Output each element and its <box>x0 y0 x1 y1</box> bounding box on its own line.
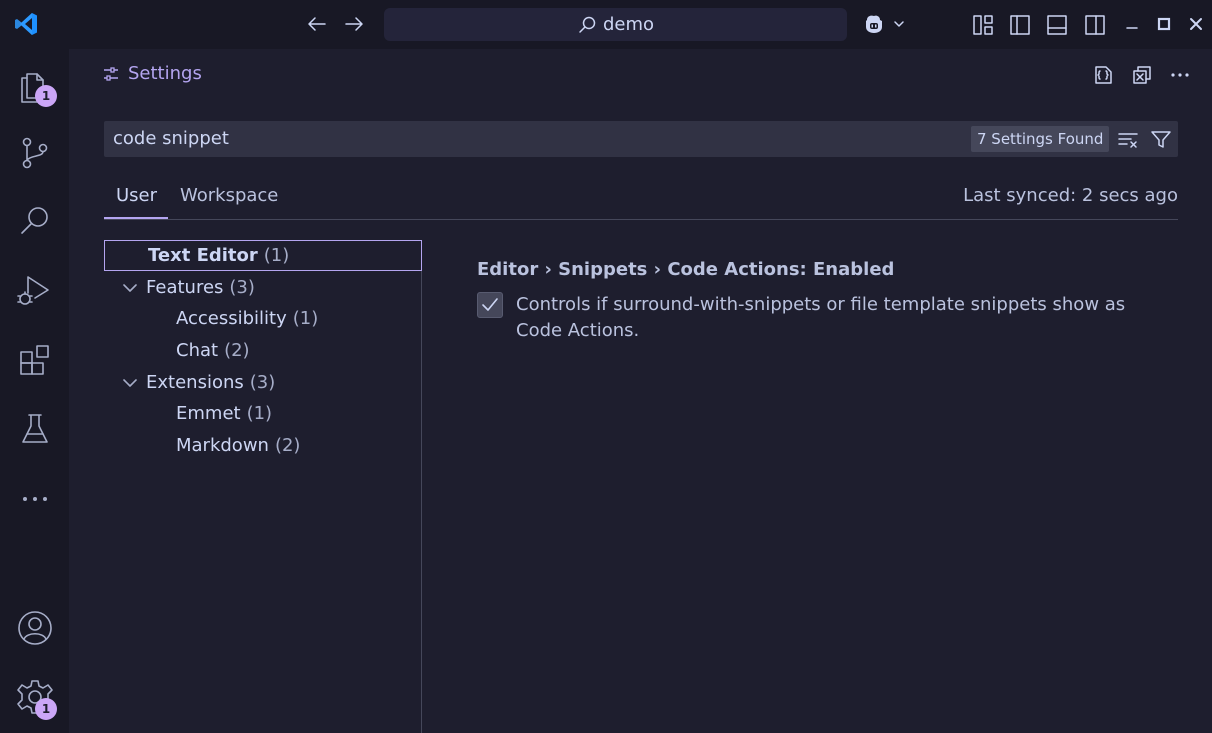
toc-item-markdown[interactable]: Markdown (2) <box>176 430 300 461</box>
active-tab-indicator <box>104 217 168 219</box>
back-arrow-icon[interactable] <box>305 12 329 36</box>
toc-item-count: (1) <box>292 308 319 329</box>
clear-filter-icon[interactable] <box>1116 127 1140 151</box>
toc-item-accessibility[interactable]: Accessibility (1) <box>176 303 318 334</box>
vscode-logo-icon <box>13 11 39 37</box>
toc-item-text-editor[interactable]: Text Editor (1) <box>104 240 422 271</box>
close-icon[interactable] <box>1186 14 1206 34</box>
customize-layout-icon[interactable] <box>971 13 995 37</box>
toc-item-label: Text Editor <box>148 245 258 266</box>
toc-item-label: Features <box>146 277 224 298</box>
toc-item-label: Extensions <box>146 372 244 393</box>
forward-arrow-icon[interactable] <box>342 12 366 36</box>
toc-item-count: (2) <box>274 435 301 456</box>
explorer-badge: 1 <box>35 85 57 107</box>
toc-item-count: (1) <box>263 245 290 266</box>
settings-toc: Text Editor (1) Features (3) Accessibili… <box>104 240 422 733</box>
toc-item-label: Emmet <box>176 403 241 424</box>
setting-checkbox[interactable] <box>477 292 503 318</box>
toc-item-chat[interactable]: Chat (2) <box>176 335 250 366</box>
toc-item-label: Accessibility <box>176 308 287 329</box>
testing-icon[interactable] <box>17 411 53 447</box>
toc-item-features[interactable]: Features (3) <box>122 272 255 303</box>
toggle-primary-sidebar-icon[interactable] <box>1008 13 1032 37</box>
toc-item-count: (1) <box>246 403 273 424</box>
title-bar: demo <box>0 0 1212 49</box>
run-debug-icon[interactable] <box>15 272 53 310</box>
maximize-icon[interactable] <box>1154 14 1174 34</box>
setting-title: Editor › Snippets › Code Actions: Enable… <box>477 259 895 280</box>
editor-title-label: Settings <box>128 63 202 84</box>
source-control-icon[interactable] <box>17 135 53 171</box>
chevron-down-icon <box>122 375 138 391</box>
settings-scope-tabs: User Workspace Last synced: 2 secs ago <box>104 181 1178 220</box>
toggle-secondary-sidebar-icon[interactable] <box>1083 13 1107 37</box>
tab-user[interactable]: User <box>116 185 157 206</box>
toc-item-extensions[interactable]: Extensions (3) <box>122 367 275 398</box>
chevron-down-icon <box>122 280 138 296</box>
setting-description: Controls if surround-with-snippets or fi… <box>516 294 1126 341</box>
activity-bar: 1 1 <box>0 49 69 733</box>
accounts-icon[interactable] <box>15 608 55 648</box>
search-icon[interactable] <box>17 203 53 239</box>
settings-found-count: 7 Settings Found <box>971 126 1110 152</box>
toggle-panel-icon[interactable] <box>1045 13 1069 37</box>
search-icon <box>577 15 597 35</box>
minimize-icon[interactable] <box>1122 14 1142 34</box>
command-center-label: demo <box>602 14 655 35</box>
tab-workspace[interactable]: Workspace <box>180 185 278 206</box>
last-synced-status: Last synced: 2 secs ago <box>963 185 1178 206</box>
copilot-icon[interactable] <box>862 11 908 37</box>
settings-search-query[interactable]: code snippet <box>113 128 229 149</box>
toc-item-count: (2) <box>224 340 250 361</box>
toc-item-label: Markdown <box>176 435 269 456</box>
toc-item-count: (3) <box>229 277 255 298</box>
split-editor-icon[interactable] <box>1130 63 1154 87</box>
settings-sliders-icon <box>102 65 120 83</box>
checkmark-icon <box>482 298 498 311</box>
filter-icon[interactable] <box>1149 127 1173 151</box>
settings-search-input[interactable]: code snippet 7 Settings Found <box>104 121 1178 157</box>
toc-item-count: (3) <box>249 372 276 393</box>
more-actions-icon[interactable] <box>1168 63 1192 87</box>
settings-badge: 1 <box>35 698 57 720</box>
more-views-icon[interactable] <box>17 481 53 517</box>
toc-item-label: Chat <box>176 340 219 361</box>
toc-item-emmet[interactable]: Emmet (1) <box>176 398 272 429</box>
open-settings-json-icon[interactable] <box>1091 63 1115 87</box>
settings-editor: Settings code snippet 7 Settings Found U… <box>69 49 1212 733</box>
editor-tab-settings[interactable]: Settings <box>102 63 202 84</box>
extensions-icon[interactable] <box>17 342 53 378</box>
command-center-search[interactable]: demo <box>384 8 847 41</box>
